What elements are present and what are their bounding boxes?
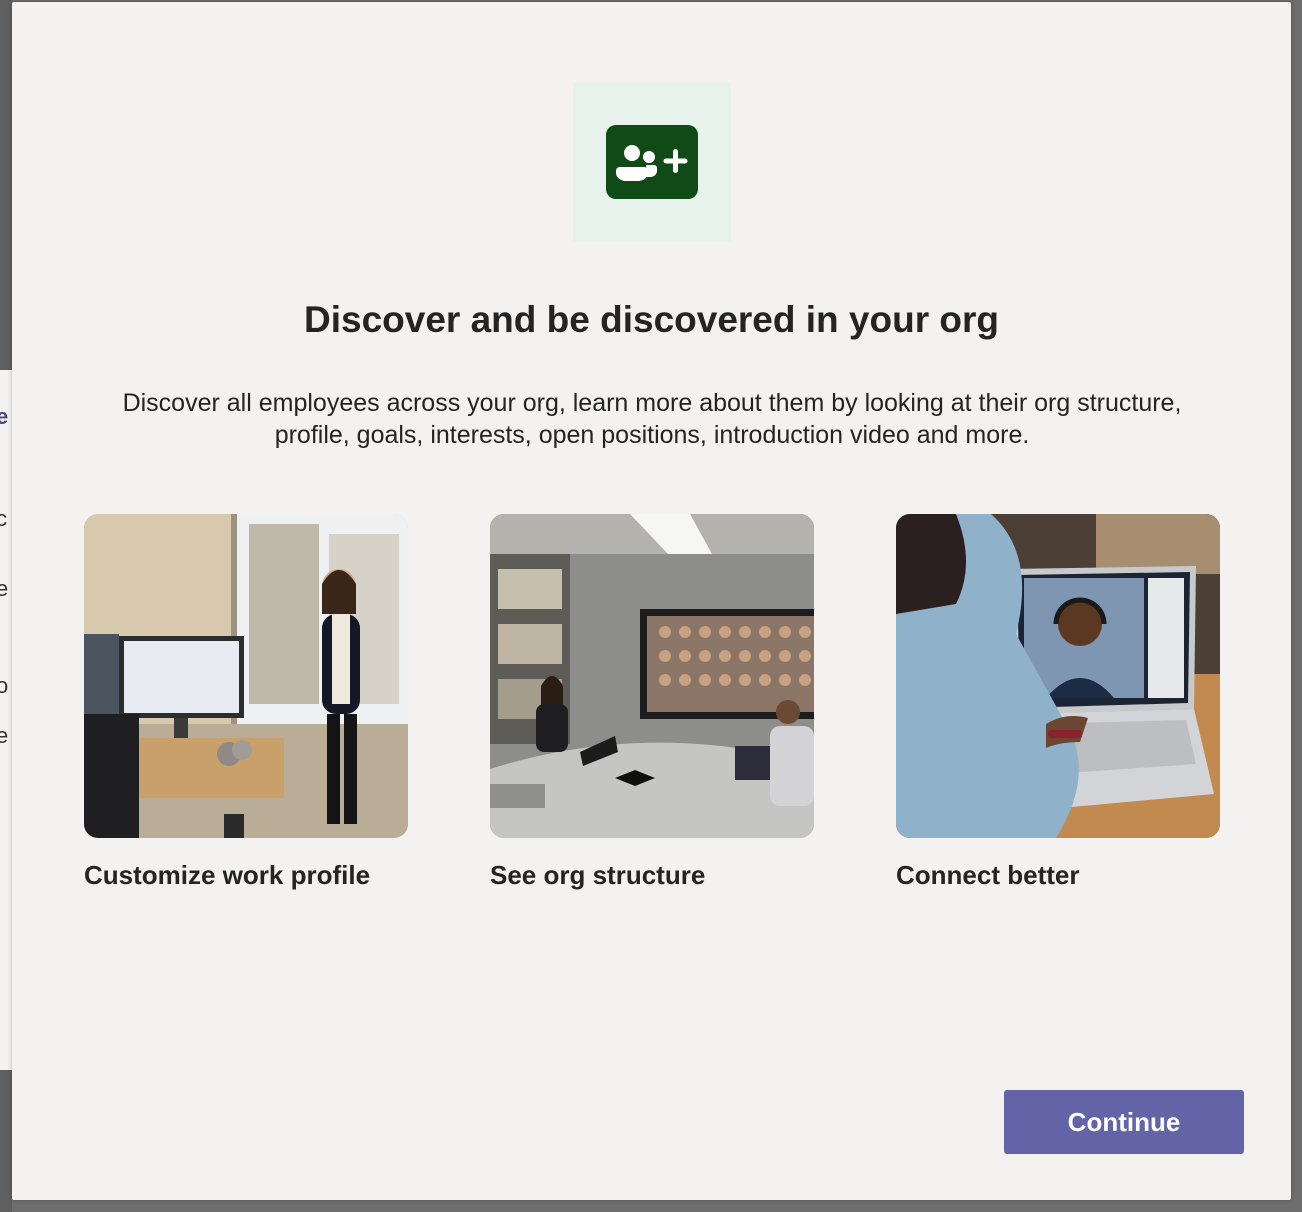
background-panel: e c e o e (0, 370, 12, 1070)
laptop-video-call-photo (896, 514, 1220, 838)
background-text-fragment: c (0, 506, 7, 531)
dialog-description: Discover all employees across your org, … (122, 389, 1182, 449)
continue-button[interactable]: Continue (1004, 1090, 1244, 1154)
feature-cards: Customize work profile See org structure… (84, 514, 1224, 914)
dialog-title: Discover and be discovered in your org (304, 299, 999, 340)
hero-icon-tile (573, 83, 731, 241)
woman-presenting-at-desk-photo (84, 514, 408, 838)
meeting-room-video-call-photo (490, 514, 814, 838)
feature-card-customize-profile: Customize work profile (84, 514, 408, 892)
background-text-fragment: e (0, 576, 9, 601)
feature-card-org-structure: See org structure (490, 514, 814, 892)
feature-caption: Connect better (896, 860, 1080, 890)
background-text-fragment: e (0, 404, 9, 429)
feature-caption: See org structure (490, 860, 706, 890)
people-add-icon (606, 125, 698, 199)
background-text-fragment: o (0, 673, 9, 698)
feature-card-connect-better: Connect better (896, 514, 1220, 892)
onboarding-dialog: Discover and be discovered in your org D… (12, 2, 1291, 1200)
background-text-fragment: e (0, 723, 9, 748)
feature-caption: Customize work profile (84, 860, 371, 890)
background-app: e c e o e (0, 0, 12, 1212)
